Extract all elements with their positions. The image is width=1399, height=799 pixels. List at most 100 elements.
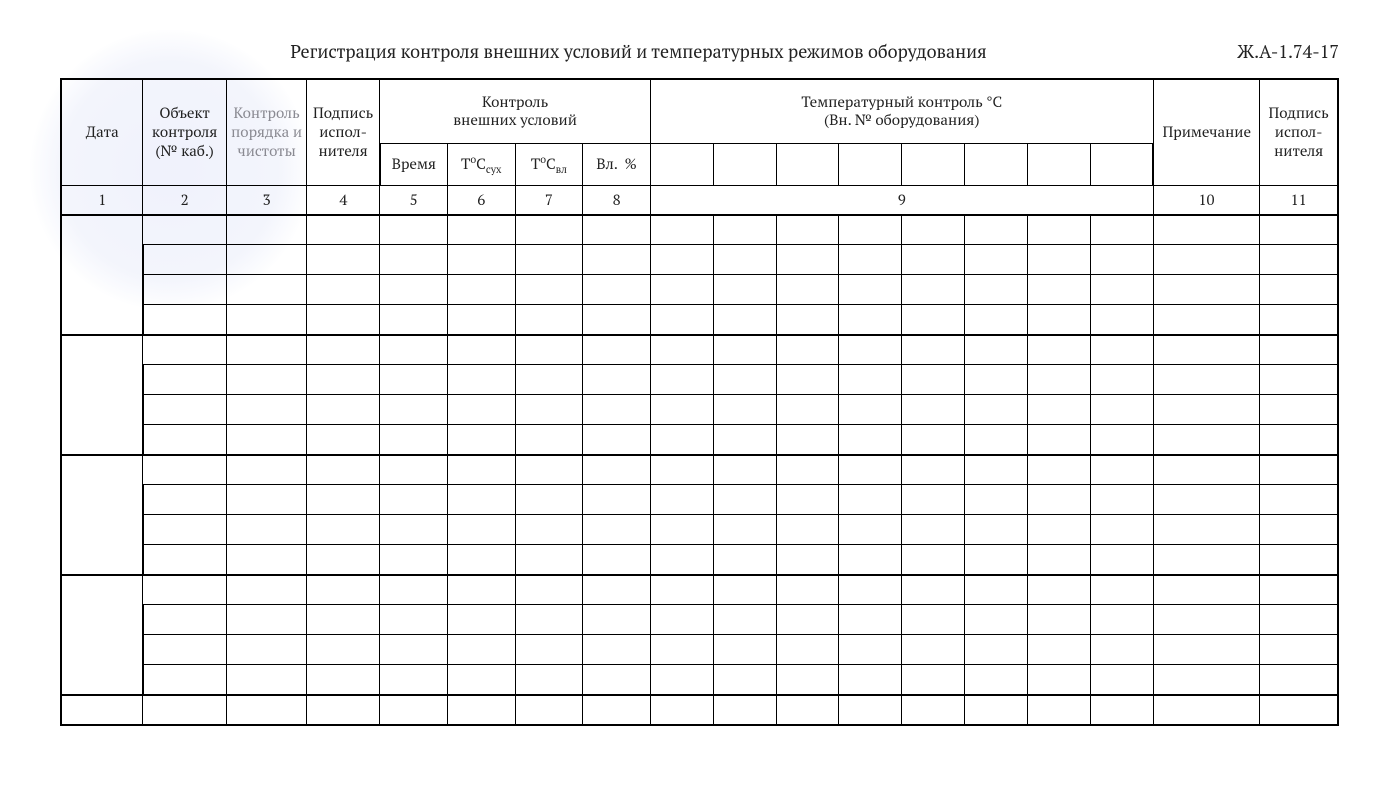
cell — [713, 605, 776, 635]
table-row — [61, 455, 1338, 485]
cell — [307, 305, 380, 335]
cell — [226, 695, 307, 725]
cell — [380, 545, 448, 575]
cell — [447, 425, 515, 455]
table-row — [61, 305, 1338, 335]
cell — [1090, 665, 1153, 695]
cell — [583, 335, 651, 365]
colnum-5: 5 — [380, 185, 448, 215]
cell — [776, 665, 839, 695]
cell — [1090, 395, 1153, 425]
cell — [447, 575, 515, 605]
cell — [515, 245, 583, 275]
cell — [713, 215, 776, 245]
cell — [650, 305, 713, 335]
colnum-9: 9 — [650, 185, 1153, 215]
cell — [1027, 365, 1090, 395]
cell — [1260, 665, 1338, 695]
cell — [380, 245, 448, 275]
table-row — [61, 695, 1338, 725]
cell — [776, 305, 839, 335]
cell — [650, 455, 713, 485]
cell — [713, 365, 776, 395]
col-humidity: Вл. % — [583, 143, 651, 185]
cell — [143, 335, 226, 365]
cell — [226, 635, 307, 665]
cell — [1027, 485, 1090, 515]
col-equip-5 — [902, 143, 965, 185]
cell — [1090, 605, 1153, 635]
cell — [965, 215, 1028, 245]
cell — [583, 695, 651, 725]
cell — [380, 455, 448, 485]
cell — [1027, 305, 1090, 335]
cell — [515, 305, 583, 335]
cell — [307, 575, 380, 605]
cell — [1027, 275, 1090, 305]
cell — [776, 515, 839, 545]
cell — [650, 635, 713, 665]
cell — [1153, 395, 1260, 425]
cell — [380, 485, 448, 515]
cell — [447, 245, 515, 275]
table-row — [61, 245, 1338, 275]
col-equip-7 — [1027, 143, 1090, 185]
cell — [380, 275, 448, 305]
cell — [1027, 575, 1090, 605]
cell — [776, 605, 839, 635]
cell — [1153, 635, 1260, 665]
cell — [583, 635, 651, 665]
cell — [650, 485, 713, 515]
cell — [1260, 395, 1338, 425]
colnum-8: 8 — [583, 185, 651, 215]
cell — [713, 275, 776, 305]
cell — [447, 695, 515, 725]
cell — [713, 695, 776, 725]
cell — [713, 425, 776, 455]
cell — [307, 335, 380, 365]
cell — [650, 275, 713, 305]
cell — [1153, 665, 1260, 695]
table-row — [61, 335, 1338, 365]
cell — [713, 515, 776, 545]
cell — [839, 215, 902, 245]
cell — [307, 545, 380, 575]
cell — [583, 605, 651, 635]
cell — [447, 605, 515, 635]
cell — [776, 695, 839, 725]
col-cleanliness: Контроль порядка и чистоты — [226, 79, 307, 185]
cell — [902, 365, 965, 395]
cell — [965, 695, 1028, 725]
cell — [776, 635, 839, 665]
cell — [713, 635, 776, 665]
cell — [143, 635, 226, 665]
cell — [776, 215, 839, 245]
cell — [1153, 545, 1260, 575]
cell — [839, 665, 902, 695]
cell — [515, 485, 583, 515]
cell — [307, 425, 380, 455]
cell — [143, 395, 226, 425]
cell — [1260, 695, 1338, 725]
cell — [902, 635, 965, 665]
cell — [776, 425, 839, 455]
cell — [839, 425, 902, 455]
cell — [515, 545, 583, 575]
table-row — [61, 545, 1338, 575]
table-row — [61, 365, 1338, 395]
cell — [447, 335, 515, 365]
cell — [380, 695, 448, 725]
cell — [226, 425, 307, 455]
cell — [965, 485, 1028, 515]
cell — [1027, 425, 1090, 455]
cell — [902, 665, 965, 695]
col-equip-3 — [776, 143, 839, 185]
cell — [965, 305, 1028, 335]
cell — [1153, 305, 1260, 335]
cell — [776, 485, 839, 515]
cell — [1090, 245, 1153, 275]
table-row — [61, 275, 1338, 305]
cell — [307, 665, 380, 695]
cell — [1153, 215, 1260, 245]
col-equip-8 — [1090, 143, 1153, 185]
